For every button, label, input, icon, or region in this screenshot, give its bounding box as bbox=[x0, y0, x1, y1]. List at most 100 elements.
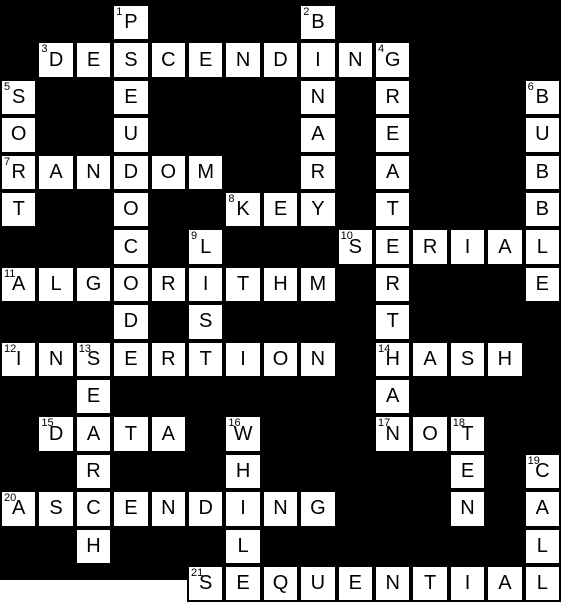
crossword-cell[interactable]: M bbox=[299, 265, 337, 304]
crossword-cell[interactable]: R bbox=[374, 78, 412, 117]
crossword-cell[interactable]: O bbox=[112, 265, 150, 304]
crossword-cell[interactable]: I bbox=[187, 265, 225, 304]
crossword-cell[interactable]: O bbox=[149, 153, 187, 191]
crossword-cell[interactable]: G bbox=[299, 490, 337, 528]
crossword-cell[interactable]: D bbox=[187, 490, 225, 528]
crossword-cell[interactable]: 14 H bbox=[374, 340, 412, 378]
crossword-cell[interactable]: T bbox=[224, 265, 262, 304]
crossword-cell[interactable]: E bbox=[336, 565, 374, 602]
crossword-cell[interactable]: 3D bbox=[37, 41, 75, 79]
crossword-cell[interactable]: A bbox=[486, 228, 524, 266]
crossword-cell[interactable]: R bbox=[299, 153, 337, 191]
crossword-cell[interactable]: E bbox=[74, 378, 113, 416]
crossword-cell[interactable]: 20 A bbox=[0, 490, 38, 528]
crossword-cell[interactable]: E bbox=[374, 228, 412, 266]
crossword-cell[interactable]: 17 N bbox=[374, 415, 412, 453]
crossword-cell[interactable]: L bbox=[523, 527, 561, 565]
crossword-cell[interactable]: T bbox=[374, 191, 412, 229]
crossword-cell[interactable]: D bbox=[112, 153, 150, 191]
crossword-cell[interactable]: U bbox=[523, 116, 561, 154]
crossword-cell[interactable]: 2B bbox=[299, 4, 337, 42]
crossword-cell[interactable]: N bbox=[336, 41, 374, 79]
crossword-cell[interactable]: I bbox=[299, 41, 337, 79]
crossword-cell[interactable]: N bbox=[37, 340, 75, 378]
crossword-cell[interactable]: S bbox=[187, 303, 225, 341]
crossword-cell[interactable]: 16 W bbox=[224, 415, 262, 453]
crossword-cell[interactable]: L bbox=[523, 228, 561, 266]
crossword-cell[interactable]: E bbox=[523, 265, 561, 304]
crossword-cell[interactable]: A bbox=[523, 490, 561, 528]
crossword-cell[interactable]: 5S bbox=[0, 78, 38, 117]
crossword-cell[interactable]: H bbox=[261, 265, 300, 304]
crossword-cell[interactable]: A bbox=[74, 415, 113, 453]
crossword-cell[interactable]: H bbox=[224, 452, 262, 491]
crossword-cell[interactable]: E bbox=[112, 490, 150, 528]
crossword-cell[interactable]: S bbox=[448, 340, 487, 378]
crossword-cell[interactable]: C bbox=[74, 490, 113, 528]
crossword-cell[interactable]: G bbox=[74, 265, 113, 304]
crossword-cell[interactable]: R bbox=[149, 265, 187, 304]
crossword-cell[interactable]: I bbox=[448, 565, 487, 602]
crossword-cell[interactable]: 1P bbox=[112, 4, 150, 42]
crossword-cell[interactable]: R bbox=[149, 340, 187, 378]
crossword-cell[interactable]: A bbox=[411, 340, 449, 378]
crossword-cell[interactable]: O bbox=[0, 116, 38, 154]
crossword-cell[interactable]: N bbox=[224, 41, 262, 79]
crossword-cell[interactable]: N bbox=[299, 78, 337, 117]
crossword-cell[interactable]: Q bbox=[261, 565, 300, 602]
crossword-cell[interactable]: O bbox=[261, 340, 300, 378]
crossword-cell[interactable]: H bbox=[486, 340, 524, 378]
crossword-cell[interactable]: A bbox=[374, 378, 412, 416]
crossword-cell[interactable]: I bbox=[224, 490, 262, 528]
crossword-cell[interactable]: R bbox=[374, 265, 412, 304]
crossword-cell[interactable]: A bbox=[486, 565, 524, 602]
crossword-cell[interactable]: O bbox=[112, 191, 150, 229]
crossword-cell[interactable]: N bbox=[149, 490, 187, 528]
crossword-cell[interactable]: A bbox=[299, 116, 337, 154]
crossword-cell[interactable]: B bbox=[523, 191, 561, 229]
crossword-cell[interactable]: E bbox=[224, 565, 262, 602]
crossword-cell[interactable]: O bbox=[411, 415, 449, 453]
crossword-cell[interactable]: U bbox=[112, 116, 150, 154]
crossword-cell[interactable]: A bbox=[374, 153, 412, 191]
crossword-cell[interactable]: L bbox=[37, 265, 75, 304]
crossword-cell[interactable]: 4G bbox=[374, 41, 412, 79]
crossword-cell[interactable]: C bbox=[112, 228, 150, 266]
crossword-cell[interactable]: N bbox=[299, 340, 337, 378]
crossword-cell[interactable]: N bbox=[74, 153, 113, 191]
crossword-cell[interactable]: 12 I bbox=[0, 340, 38, 378]
crossword-cell[interactable]: C bbox=[149, 41, 187, 79]
crossword-cell[interactable]: S bbox=[112, 41, 150, 79]
crossword-cell[interactable]: 15 D bbox=[37, 415, 75, 453]
crossword-cell[interactable]: 10 S bbox=[336, 228, 374, 266]
crossword-cell[interactable]: I bbox=[448, 228, 487, 266]
crossword-cell[interactable]: 6B bbox=[523, 78, 561, 117]
crossword-cell[interactable]: S bbox=[37, 490, 75, 528]
crossword-cell[interactable]: N bbox=[448, 490, 487, 528]
crossword-cell[interactable]: E bbox=[448, 452, 487, 491]
crossword-cell[interactable]: E bbox=[261, 191, 300, 229]
crossword-cell[interactable]: E bbox=[374, 116, 412, 154]
crossword-cell[interactable]: 8K bbox=[224, 191, 262, 229]
crossword-cell[interactable]: H bbox=[74, 527, 113, 565]
crossword-cell[interactable]: T bbox=[411, 565, 449, 602]
crossword-cell[interactable]: 13 S bbox=[74, 340, 113, 378]
crossword-cell[interactable]: T bbox=[374, 303, 412, 341]
crossword-cell[interactable]: B bbox=[523, 153, 561, 191]
crossword-cell[interactable]: 9L bbox=[187, 228, 225, 266]
crossword-cell[interactable]: 18 T bbox=[448, 415, 487, 453]
crossword-cell[interactable]: D bbox=[261, 41, 300, 79]
crossword-cell[interactable]: I bbox=[224, 340, 262, 378]
crossword-cell[interactable]: E bbox=[112, 78, 150, 117]
crossword-cell[interactable]: E bbox=[187, 41, 225, 79]
crossword-cell[interactable]: N bbox=[261, 490, 300, 528]
crossword-cell[interactable]: T bbox=[112, 415, 150, 453]
crossword-cell[interactable]: L bbox=[224, 527, 262, 565]
crossword-cell[interactable]: N bbox=[374, 565, 412, 602]
crossword-cell[interactable]: T bbox=[0, 191, 38, 229]
crossword-cell[interactable]: R bbox=[74, 452, 113, 491]
crossword-cell[interactable]: 11 A bbox=[0, 265, 38, 304]
crossword-cell[interactable]: Y bbox=[299, 191, 337, 229]
crossword-cell[interactable]: A bbox=[37, 153, 75, 191]
crossword-cell[interactable]: U bbox=[299, 565, 337, 602]
